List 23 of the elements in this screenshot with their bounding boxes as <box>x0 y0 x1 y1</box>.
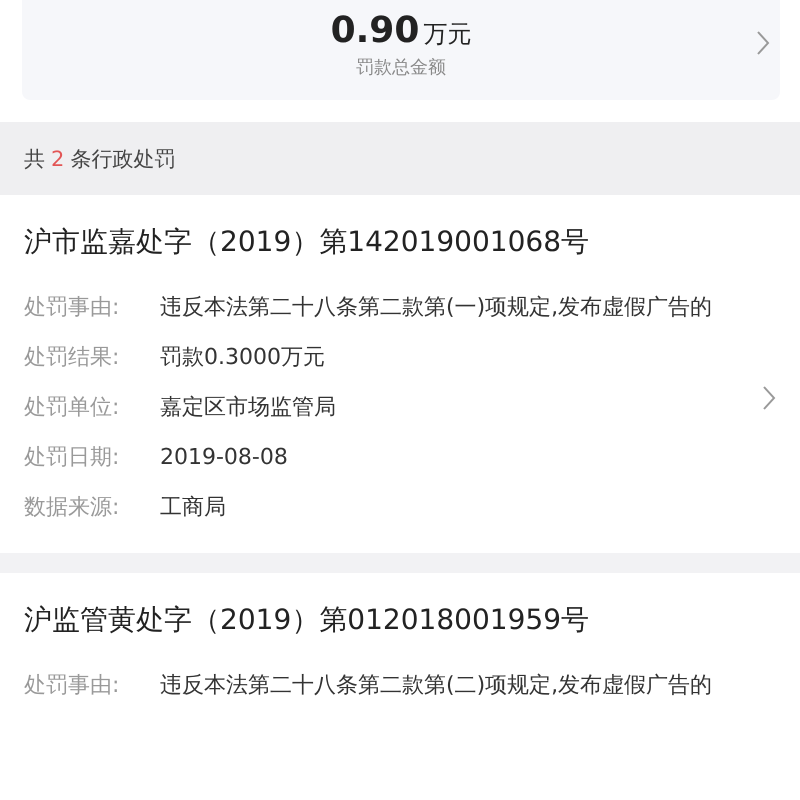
field-label: 处罚事由: <box>24 672 120 700</box>
count-suffix: 条行政处罚 <box>70 146 176 172</box>
field-label: 处罚结果: <box>24 344 120 372</box>
record-title[interactable]: 沪市监嘉处字（2019）第142019001068号 <box>24 223 776 261</box>
record-title[interactable]: 沪监管黄处字（2019）第012018001959号 <box>24 601 776 639</box>
chevron-right-icon[interactable] <box>762 385 776 411</box>
amount-unit: 万元 <box>423 18 472 50</box>
penalty-count: 2 <box>51 146 64 170</box>
field-value: 工商局 <box>160 494 227 522</box>
field-value: 罚款0.3000万元 <box>160 344 326 372</box>
field-label: 处罚事由: <box>24 294 120 322</box>
field-value: 违反本法第二十八条第二款第(二)项规定,发布虚假广告的 <box>160 672 714 700</box>
chevron-right-icon[interactable] <box>756 30 770 56</box>
field-value: 2019-08-08 <box>160 444 289 472</box>
field-value: 嘉定区市场监管局 <box>160 394 337 422</box>
field-value: 违反本法第二十八条第二款第(一)项规定,发布虚假广告的 <box>160 294 714 322</box>
count-prefix: 共 <box>24 146 45 172</box>
summary-card[interactable]: 0.90 万元 罚款总金额 <box>22 0 780 100</box>
total-label: 罚款总金额 <box>356 56 446 78</box>
total-amount: 0.90 <box>330 10 420 50</box>
field-label: 处罚单位: <box>24 394 120 422</box>
field-label: 数据来源: <box>24 494 120 522</box>
field-label: 处罚日期: <box>24 444 120 472</box>
